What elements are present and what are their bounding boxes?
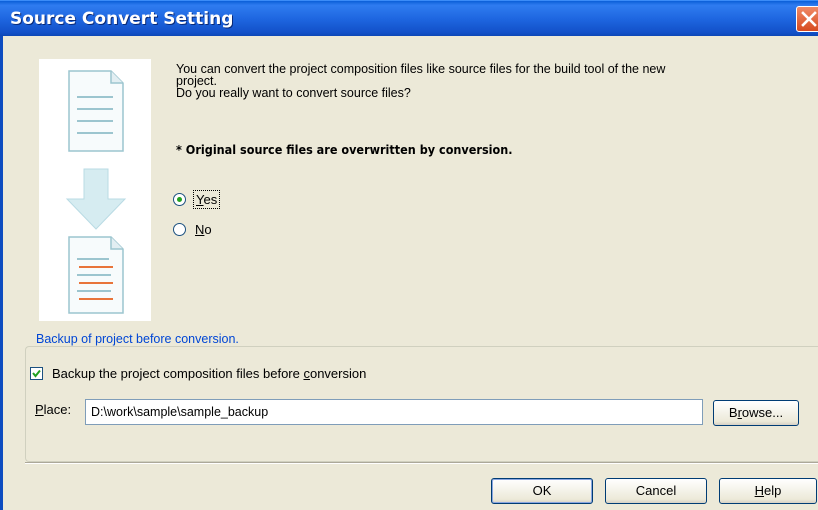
place-label: Place: — [35, 402, 72, 417]
message-line: You can convert the project composition … — [176, 62, 666, 76]
checkmark-icon — [32, 369, 41, 378]
radio-yes[interactable]: Yes — [173, 188, 221, 210]
close-button[interactable] — [796, 6, 818, 32]
message-line: Do you really want to convert source fil… — [176, 86, 411, 100]
arrow-down-icon — [65, 168, 127, 230]
window-title: Source Convert Setting — [10, 9, 234, 29]
place-input[interactable]: D:\work\sample\sample_backup — [85, 399, 703, 425]
backup-checkbox-label[interactable]: Backup the project composition files bef… — [52, 366, 366, 381]
convert-illustration — [39, 59, 151, 321]
overwrite-warning: * Original source files are overwritten … — [176, 142, 513, 157]
dialog-body: You can convert the project composition … — [0, 36, 818, 510]
converted-document-icon — [68, 236, 124, 314]
radio-no-button[interactable] — [173, 222, 186, 236]
backup-checkbox[interactable] — [30, 367, 43, 380]
radio-yes-button[interactable] — [173, 192, 186, 206]
close-icon — [801, 11, 817, 27]
title-bar[interactable]: Source Convert Setting — [0, 0, 818, 37]
radio-no[interactable]: No — [173, 218, 214, 240]
help-button[interactable]: Help — [719, 478, 817, 504]
confirm-message: You can convert the project composition … — [176, 62, 816, 100]
document-icon — [68, 70, 124, 152]
backup-checkbox-row[interactable]: Backup the project composition files bef… — [30, 366, 366, 381]
backup-group-title: Backup of project before conversion. — [33, 332, 242, 346]
radio-yes-label[interactable]: Yes — [193, 189, 221, 209]
separator — [25, 462, 818, 464]
browse-button[interactable]: Browse... — [713, 400, 799, 426]
cancel-button[interactable]: Cancel — [605, 478, 707, 504]
ok-button[interactable]: OK — [491, 478, 593, 504]
radio-no-label[interactable]: No — [193, 221, 214, 238]
